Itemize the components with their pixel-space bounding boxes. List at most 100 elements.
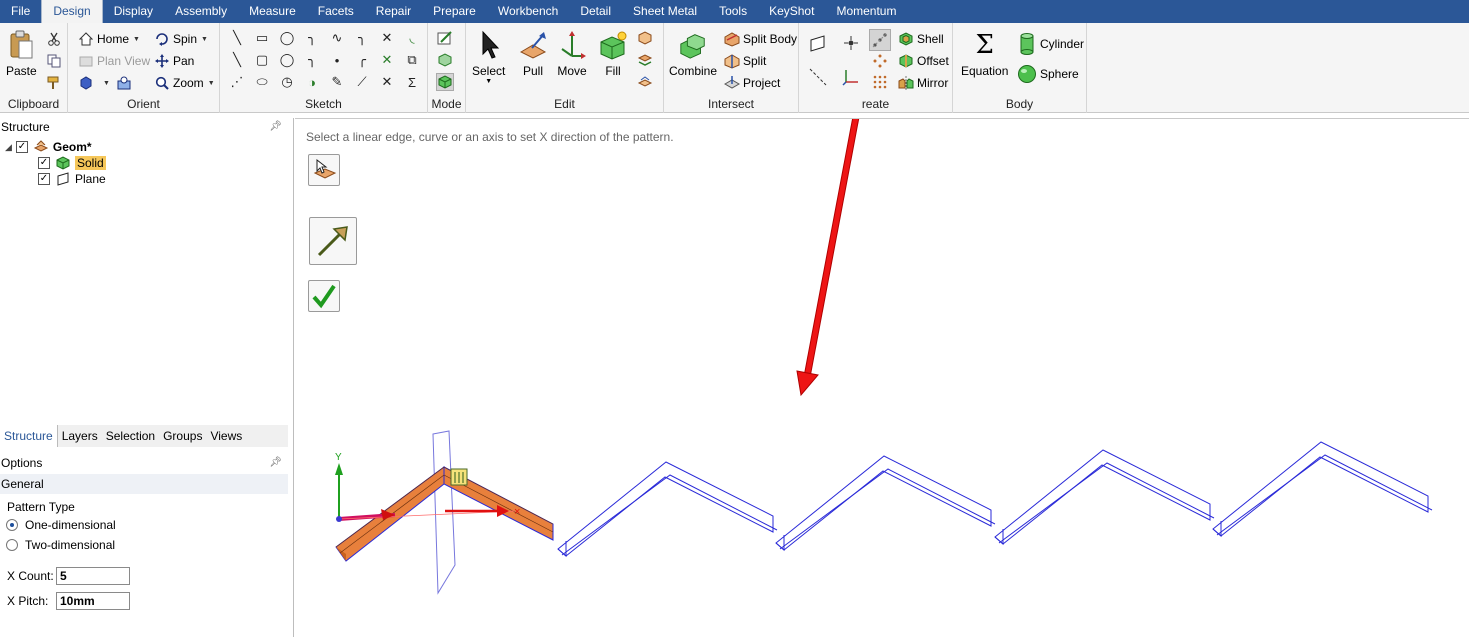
visibility-checkbox[interactable]: ✓ [38,157,50,169]
replace-icon[interactable] [636,29,654,47]
pin-icon[interactable]: 📌︎ [269,118,282,136]
polygon-icon[interactable]: ▢ [253,51,271,69]
x-pitch-field[interactable]: 10mm [56,592,130,610]
origin-icon[interactable] [842,34,860,52]
plane-icon[interactable] [809,34,827,52]
two-dimensional-radio[interactable] [6,539,18,551]
split-button[interactable]: Split [724,51,766,71]
zoom-button[interactable]: Zoom ▼ [154,73,215,93]
coordinate-system-icon[interactable] [842,68,860,86]
pan-button[interactable]: Pan [154,51,194,71]
copy-icon[interactable] [45,52,63,70]
format-painter-icon[interactable] [45,74,63,92]
two-dimensional-label[interactable]: Two-dimensional [25,538,115,552]
pin-icon[interactable]: 📌︎ [269,454,282,472]
three-point-arc-icon[interactable]: ╮ [303,51,321,69]
expand-icon[interactable]: ◢ [5,142,12,153]
tree-row-root[interactable]: ◢ ✓ Geom* [5,139,92,155]
cylinder-icon [1017,33,1037,55]
one-dimensional-label[interactable]: One-dimensional [25,518,116,532]
shell-button[interactable]: Shell [898,29,944,49]
split-curve-icon[interactable]: ✕ [378,73,396,91]
ellipse-icon[interactable]: ⬭ [253,73,271,91]
tangent-line-icon[interactable]: ╲ [228,51,246,69]
circular-pattern-icon[interactable] [871,52,889,70]
split-body-button[interactable]: Split Body [724,29,797,49]
view-cube-button[interactable]: ▼ [78,73,110,93]
fill-pattern-icon[interactable] [871,73,889,91]
menu-assembly[interactable]: Assembly [164,0,238,23]
menu-repair[interactable]: Repair [365,0,422,23]
tree-row-plane[interactable]: ✓ Plane [38,171,106,187]
3d-mode-icon[interactable] [436,73,454,91]
project-curve-icon[interactable]: ⧉ [403,51,421,69]
mirror-button[interactable]: Mirror [898,73,948,93]
tab-layers[interactable]: Layers [58,425,102,447]
plan-view-button[interactable]: Plan View [78,51,150,71]
sketch-mode-icon[interactable] [436,29,454,47]
menu-momentum[interactable]: Momentum [825,0,907,23]
spin-button[interactable]: Spin ▼ [154,29,208,49]
tab-structure[interactable]: Structure [0,425,58,447]
project-button[interactable]: Project [724,73,780,93]
rectangle-icon[interactable]: ▭ [253,29,271,47]
model-scene[interactable]: Y × [295,119,1469,638]
construction-line-icon[interactable]: ⋰ [228,73,246,91]
select-button[interactable]: Select ▼ [472,29,505,85]
menu-measure[interactable]: Measure [238,0,307,23]
menu-tools[interactable]: Tools [708,0,758,23]
tab-groups[interactable]: Groups [159,425,206,447]
offset-button[interactable]: Offset [898,51,949,71]
intersect-icon[interactable]: ✕ [378,51,396,69]
3d-viewport[interactable]: Select a linear edge, curve or an axis t… [295,118,1469,637]
paste-button[interactable]: Paste [6,29,37,78]
menu-display[interactable]: Display [103,0,164,23]
one-dimensional-radio[interactable] [6,519,18,531]
menu-facets[interactable]: Facets [307,0,365,23]
visibility-checkbox[interactable]: ✓ [38,173,50,185]
axis-line-icon[interactable] [809,68,827,86]
menu-design[interactable]: Design [41,0,103,23]
three-point-circle-icon[interactable]: ◯ [278,51,296,69]
menu-detail[interactable]: Detail [569,0,622,23]
sphere-button[interactable]: Sphere [1017,63,1079,85]
fill-button[interactable]: Fill [598,29,628,78]
menu-prepare[interactable]: Prepare [422,0,487,23]
bend-icon[interactable]: ◑ [303,73,321,91]
fillet-icon[interactable]: ⟋ [353,73,371,91]
cylinder-button[interactable]: Cylinder [1017,33,1084,55]
circle-icon[interactable]: ◯ [278,29,296,47]
menu-sheet-metal[interactable]: Sheet Metal [622,0,708,23]
menu-file[interactable]: File [0,0,41,23]
linear-pattern-icon[interactable] [869,29,891,51]
options-general-section[interactable]: General [0,474,288,494]
tree-row-solid[interactable]: ✓ Solid [38,155,106,171]
spline-icon[interactable]: ∿ [328,29,346,47]
slot-icon[interactable]: ◷ [278,73,296,91]
home-button[interactable]: Home ▼ [78,29,140,49]
cut-icon[interactable] [45,30,63,48]
tab-selection[interactable]: Selection [102,425,159,447]
move-button[interactable]: Move [557,29,587,78]
point-icon[interactable]: • [328,51,346,69]
tab-views[interactable]: Views [206,425,246,447]
line-icon[interactable]: ╲ [228,29,246,47]
tangent-arc-icon[interactable]: ╮ [353,29,371,47]
sigma-icon[interactable]: Σ [403,73,421,91]
pull-button[interactable]: Pull [518,29,548,78]
combine-button[interactable]: Combine [669,29,717,78]
sweep-arc-icon[interactable]: ◟ [403,29,421,47]
trim-icon[interactable]: ✕ [378,29,396,47]
visibility-checkbox[interactable]: ✓ [15,141,28,153]
arc-icon[interactable]: ╮ [303,29,321,47]
offset-curve-icon[interactable]: ╭ [353,51,371,69]
x-count-field[interactable]: 5 [56,567,130,585]
equation-button[interactable]: Σ Equation [961,29,1008,78]
section-mode-icon[interactable] [436,51,454,69]
tweak-face-icon[interactable] [636,51,654,69]
blend-icon[interactable] [636,73,654,91]
menu-keyshot[interactable]: KeyShot [758,0,825,23]
menu-workbench[interactable]: Workbench [487,0,569,23]
sketch-pencil-icon[interactable]: ✎ [328,73,346,91]
display-mode-icon[interactable] [115,74,133,92]
